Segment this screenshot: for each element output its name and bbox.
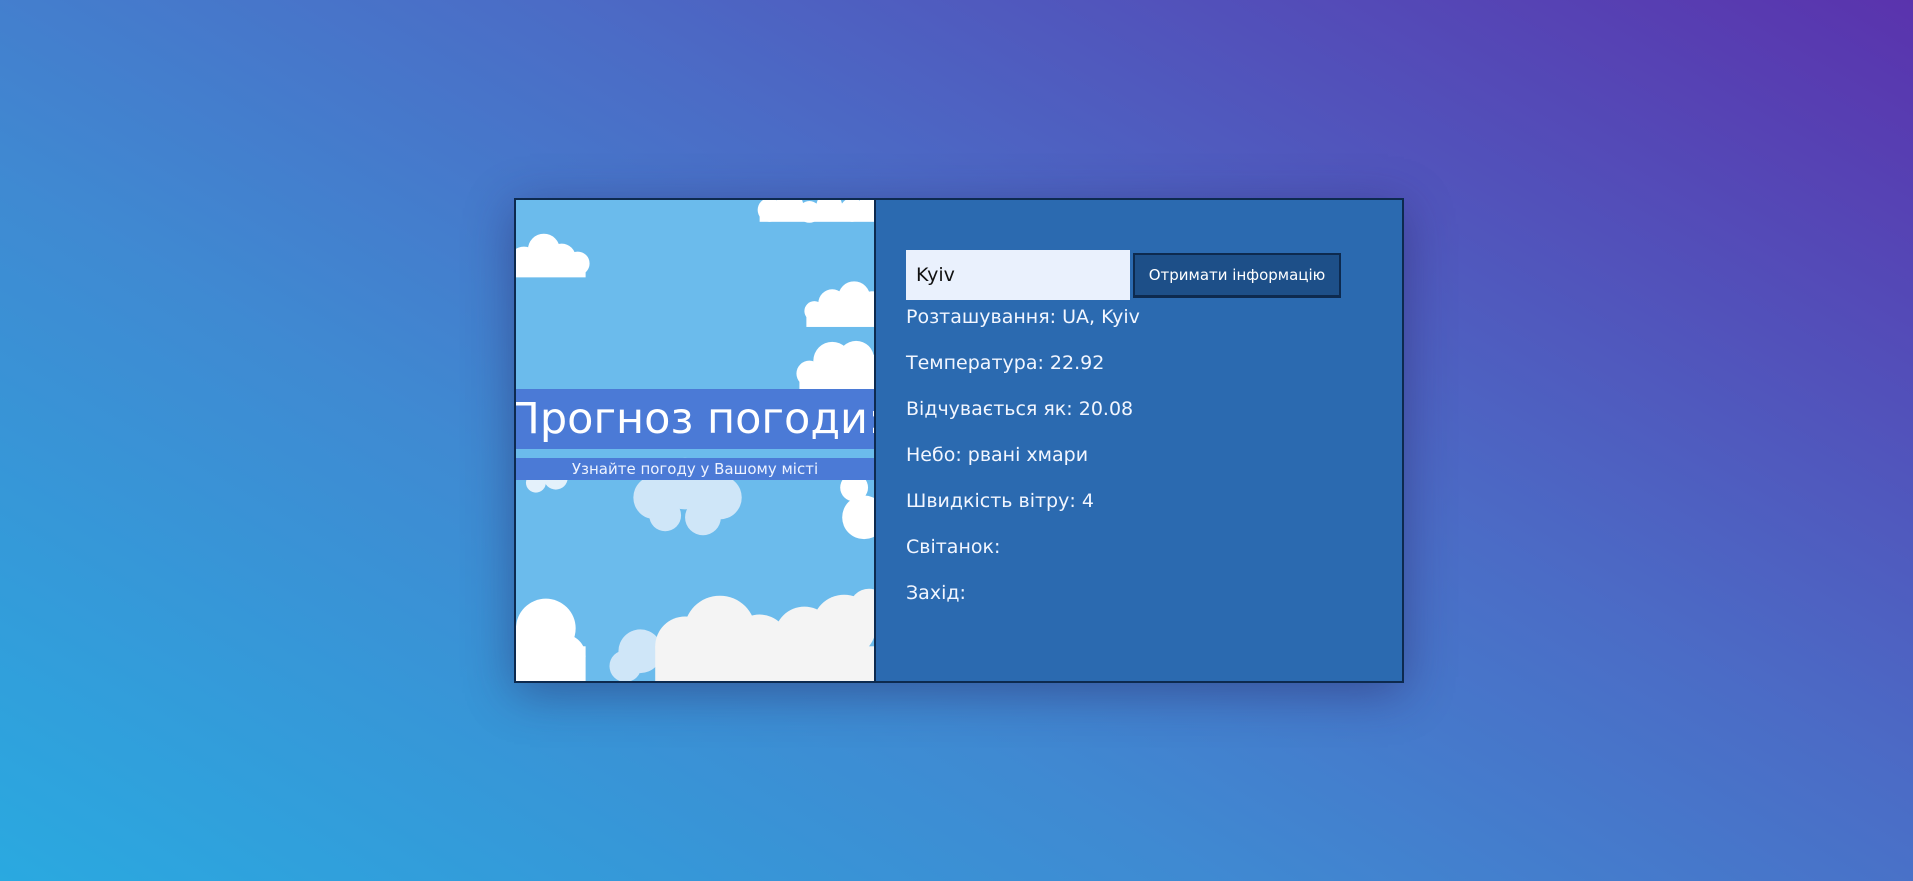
search-row: Отримати інформацію [906,250,1402,300]
page-title: Прогноз погоди: [516,394,876,444]
weather-info-list: Розташування: UA, Kyiv Температура: 22.9… [906,303,1402,625]
location-value: UA, Kyiv [1062,306,1140,328]
wind-speed-row: Швидкість вітру: 4 [906,487,1402,533]
temperature-row: Температура: 22.92 [906,349,1402,395]
sky-label: Небо: [906,444,962,466]
wind-speed-value: 4 [1081,490,1094,512]
feels-like-value: 20.08 [1078,398,1134,420]
sky-value: рвані хмари [967,444,1089,466]
sunset-row: Захід: [906,579,1402,625]
sky-row: Небо: рвані хмари [906,441,1402,487]
sunset-label: Захід: [906,582,966,604]
feels-like-row: Відчувається як: 20.08 [906,395,1402,441]
weather-panel: Отримати інформацію Розташування: UA, Ky… [876,200,1402,681]
wind-speed-label: Швидкість вітру: [906,490,1076,512]
temperature-label: Температура: [906,352,1044,374]
temperature-value: 22.92 [1049,352,1105,374]
sky-panel: Прогноз погоди: Узнайте погоду у Вашому … [516,200,876,681]
subtitle-band: Узнайте погоду у Вашому місті [516,458,874,480]
location-label: Розташування: [906,306,1057,328]
sunrise-label: Світанок: [906,536,1001,558]
sunrise-row: Світанок: [906,533,1402,579]
page-subtitle: Узнайте погоду у Вашому місті [571,460,819,478]
get-info-button[interactable]: Отримати інформацію [1133,252,1341,298]
feels-like-label: Відчувається як: [906,398,1073,420]
city-input[interactable] [906,250,1130,300]
title-band: Прогноз погоди: [516,389,874,449]
weather-card: Прогноз погоди: Узнайте погоду у Вашому … [514,198,1404,683]
location-row: Розташування: UA, Kyiv [906,303,1402,349]
